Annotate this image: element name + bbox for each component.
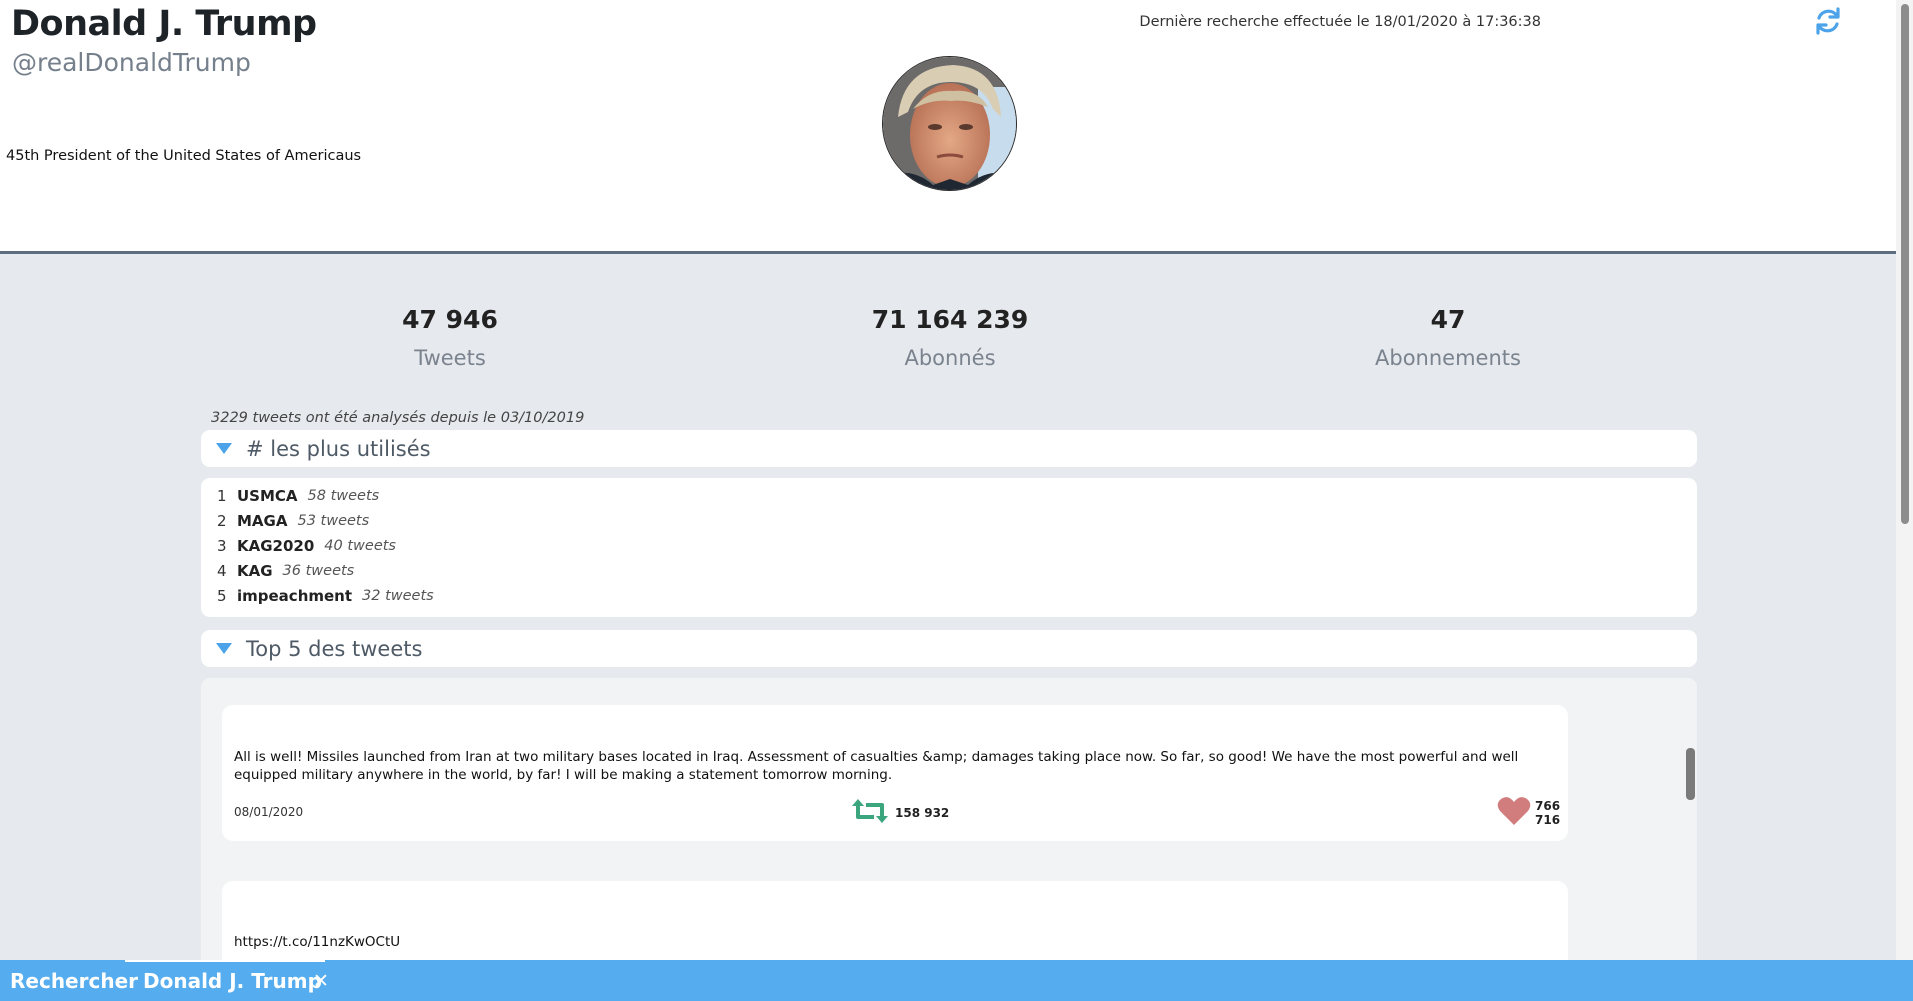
- stat-followers-value: 71 164 239: [871, 305, 1029, 334]
- list-item: 3 KAG2020 40 tweets: [217, 533, 396, 558]
- tweet-date: 08/01/2020: [234, 805, 304, 819]
- tweet-card: All is well! Missiles launched from Iran…: [222, 705, 1568, 841]
- stat-tweets-value: 47 946: [402, 305, 498, 334]
- retweet-icon: [850, 797, 890, 829]
- stat-following-value: 47: [1430, 305, 1466, 334]
- tweet-card: https://t.co/11nzKwOCtU: [222, 881, 1568, 960]
- list-item: 5 impeachment 32 tweets: [217, 583, 434, 608]
- hashtag-count: 32 tweets: [362, 587, 434, 604]
- heart-icon: [1497, 796, 1531, 830]
- hashtag-name: KAG2020: [237, 536, 315, 555]
- analysis-note: 3229 tweets ont été analysés depuis le 0…: [211, 410, 585, 426]
- list-item: 1 USMCA 58 tweets: [217, 483, 379, 508]
- stat-tweets-label: Tweets: [414, 346, 486, 370]
- caret-down-icon: [216, 643, 232, 654]
- hashtag-name: MAGA: [237, 511, 288, 530]
- profile-bio: 45th President of the United States of A…: [6, 148, 362, 164]
- page-scrollbar-thumb[interactable]: [1901, 4, 1909, 524]
- stat-tweets: 47 946 Tweets: [300, 305, 600, 370]
- caret-down-icon: [216, 443, 232, 454]
- stat-followers-label: Abonnés: [904, 346, 996, 370]
- tweets-panel-title: Top 5 des tweets: [246, 636, 423, 661]
- tweet-link[interactable]: https://t.co/11nzKwOCtU: [234, 933, 1564, 951]
- tab-search[interactable]: Rechercher: [10, 960, 138, 1001]
- hashtags-list: 1 USMCA 58 tweets 2 MAGA 53 tweets 3 KAG…: [201, 478, 1697, 617]
- hashtag-count: 36 tweets: [282, 562, 355, 579]
- retweet-count: 158 932: [895, 806, 950, 820]
- tab-bar: Rechercher Donald J. Trump ✕: [0, 960, 1913, 1001]
- hashtag-name: USMCA: [237, 486, 298, 505]
- like-count: 766 716: [1535, 799, 1561, 827]
- last-search-timestamp: Dernière recherche effectuée le 18/01/20…: [1139, 14, 1541, 30]
- hashtags-panel-header[interactable]: # les plus utilisés: [201, 430, 1697, 467]
- stat-following-label: Abonnements: [1375, 346, 1521, 370]
- hashtag-count: 58 tweets: [307, 487, 380, 504]
- list-item: 2 MAGA 53 tweets: [217, 508, 369, 533]
- list-item: 4 KAG 36 tweets: [217, 558, 354, 583]
- retweet-stat: 158 932: [850, 797, 949, 829]
- refresh-icon[interactable]: [1813, 6, 1843, 36]
- tweets-scrollbar-thumb[interactable]: [1686, 748, 1695, 800]
- avatar: [882, 56, 1017, 191]
- profile-name: Donald J. Trump: [11, 4, 317, 44]
- hashtag-rank: 2: [217, 511, 227, 530]
- hashtag-name: impeachment: [237, 586, 353, 605]
- hashtag-rank: 3: [217, 536, 227, 555]
- hashtags-panel-title: # les plus utilisés: [246, 436, 431, 461]
- hashtag-name: KAG: [237, 561, 273, 580]
- profile-handle: @realDonaldTrump: [12, 48, 251, 77]
- close-icon[interactable]: ✕: [313, 970, 329, 992]
- tweets-panel-header[interactable]: Top 5 des tweets: [201, 630, 1697, 667]
- hashtag-count: 53 tweets: [297, 512, 370, 529]
- hashtag-rank: 5: [217, 586, 227, 605]
- hashtag-count: 40 tweets: [324, 537, 396, 554]
- tab-profile[interactable]: Donald J. Trump: [143, 960, 322, 1001]
- like-stat: 766 716: [1497, 796, 1568, 830]
- hashtag-rank: 1: [217, 486, 227, 505]
- tweet-text: All is well! Missiles launched from Iran…: [234, 749, 1519, 783]
- hashtag-rank: 4: [217, 561, 227, 580]
- stat-following: 47 Abonnements: [1298, 305, 1598, 370]
- stat-followers: 71 164 239 Abonnés: [800, 305, 1100, 370]
- tweets-list[interactable]: All is well! Missiles launched from Iran…: [201, 678, 1697, 960]
- profile-header: Donald J. Trump @realDonaldTrump 45th Pr…: [0, 0, 1896, 254]
